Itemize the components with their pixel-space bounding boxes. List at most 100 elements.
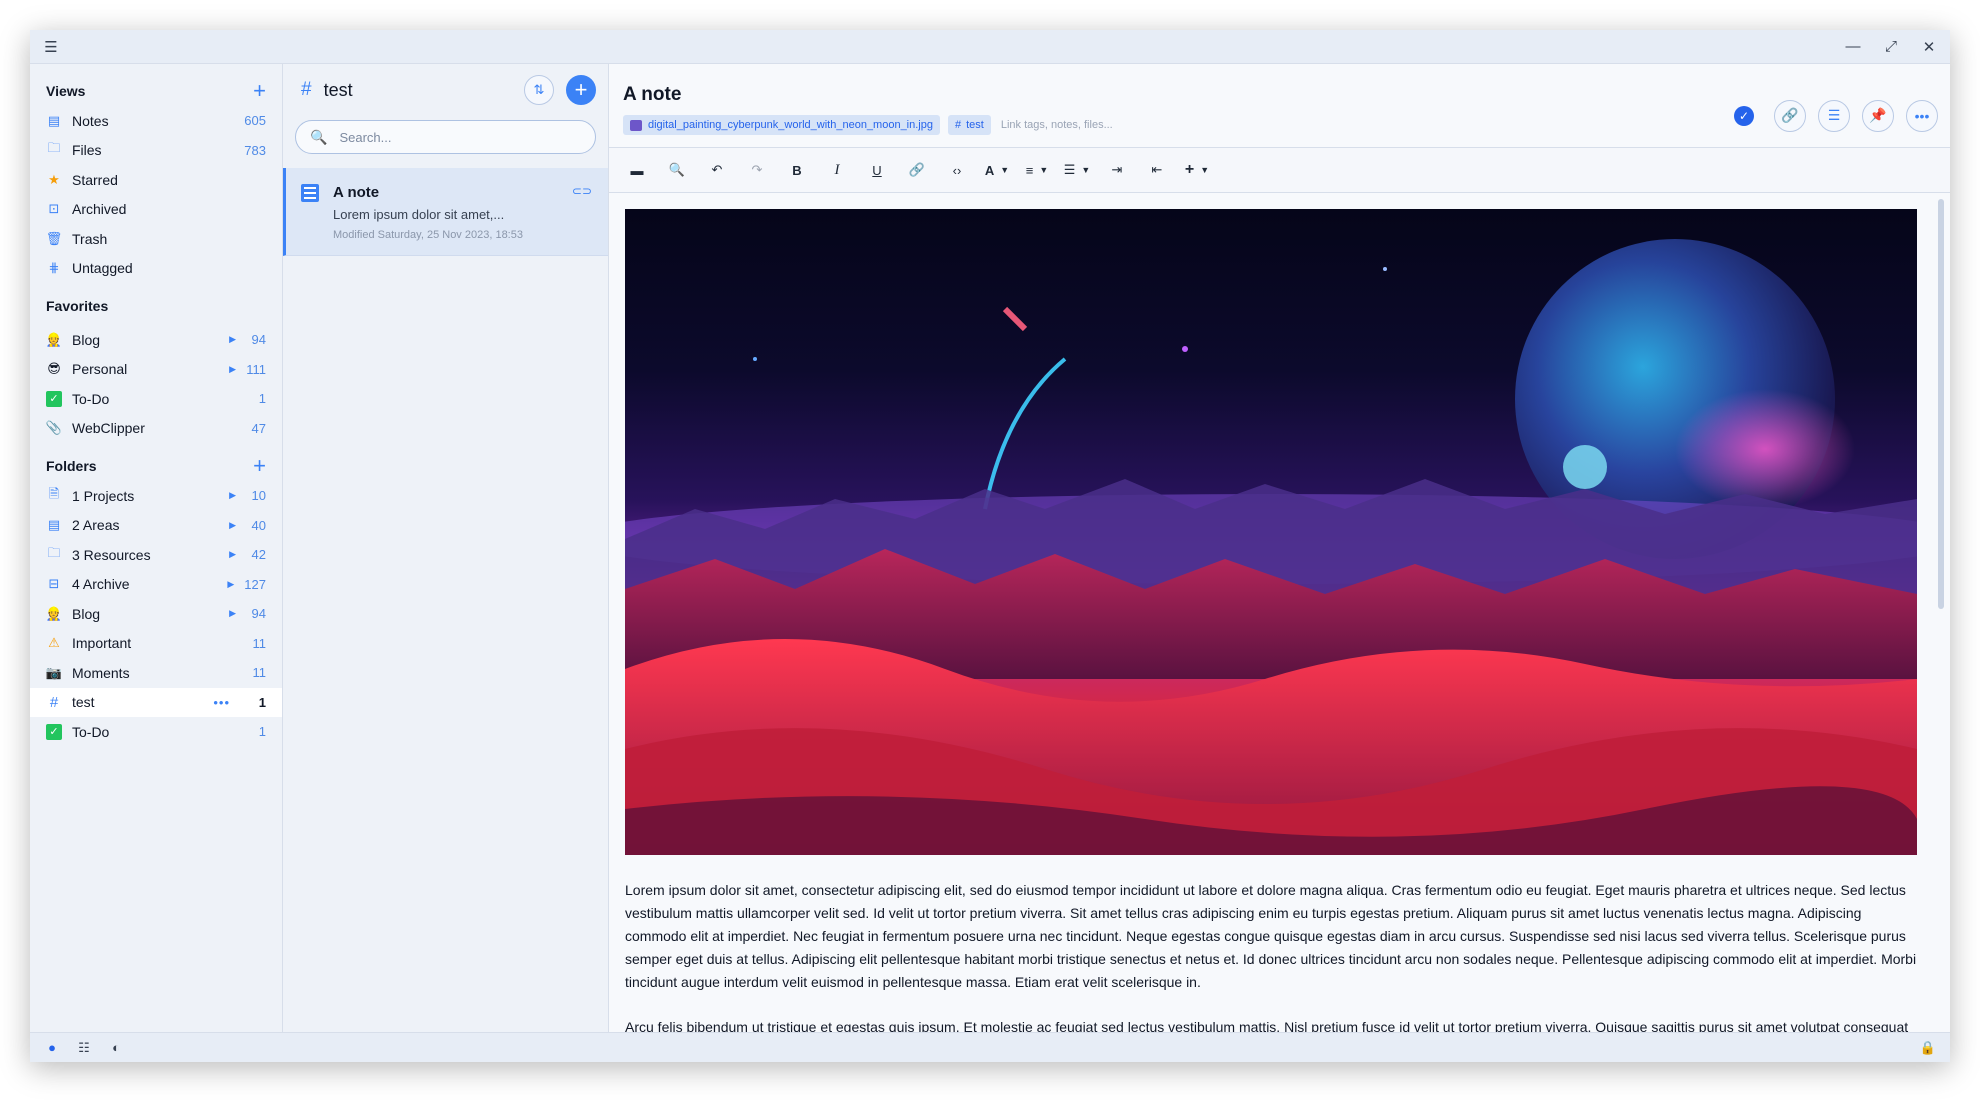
sidebar-item-moments[interactable]: 📷 Moments 11 — [30, 658, 282, 688]
code-icon: ‹› — [952, 162, 962, 178]
bold-tool[interactable]: B — [779, 155, 815, 185]
maximize-icon[interactable]: ⤢ — [1882, 38, 1900, 56]
sidebar-item-notes[interactable]: ▤ Notes 605 — [30, 106, 282, 136]
minimize-icon[interactable]: — — [1844, 38, 1862, 56]
chevron-down-icon: ▼ — [1200, 165, 1210, 175]
camera-icon: 📷 — [45, 664, 63, 680]
account-icon[interactable]: ● — [44, 1040, 60, 1056]
redo-icon: ↷ — [751, 162, 763, 177]
notes-icon: ▤ — [47, 112, 61, 128]
sort-button[interactable]: ⇅ — [524, 75, 554, 105]
code-tool[interactable]: ‹› — [939, 155, 975, 185]
more-button[interactable]: ••• — [1906, 99, 1938, 132]
sidebar-item-todo-folder[interactable]: ✓ To-Do 1 — [30, 717, 282, 747]
indent-icon: ⇥ — [1111, 162, 1123, 177]
note-list-title: # test — [301, 79, 353, 100]
bold-icon: B — [792, 162, 802, 178]
italic-tool[interactable]: I — [819, 155, 855, 185]
note-list-panel: # test ⇅ + 🔍 A note Lorem ipsum dolor si… — [283, 64, 609, 1032]
expand-arrow-icon[interactable]: ▶ — [229, 364, 236, 375]
cyberpunk-landscape-image — [625, 209, 1917, 855]
blog-person-icon: 👷 — [45, 331, 63, 347]
sidebar-item-areas[interactable]: ▤ 2 Areas ▶ 40 — [30, 511, 282, 541]
archive-icon: ⊡ — [48, 201, 60, 217]
sidebar-item-blog-folder[interactable]: 👷 Blog ▶ 94 — [30, 599, 282, 629]
sidebar-item-archived[interactable]: ⊡ Archived — [30, 195, 282, 225]
close-icon[interactable]: ✕ — [1920, 38, 1938, 56]
add-view-icon[interactable]: + — [253, 80, 266, 102]
note-excerpt: Lorem ipsum dolor sit amet,... — [333, 207, 505, 222]
sidebar-item-projects[interactable]: 🗎 1 Projects ▶ 10 — [30, 481, 282, 511]
search-box[interactable]: 🔍 — [295, 120, 596, 154]
views-heading: Views + — [46, 78, 266, 103]
pin-icon: 📌 — [1869, 107, 1887, 123]
untagged-icon: ⋕ — [48, 260, 60, 276]
toggle-sidebar-tool[interactable]: ▬ — [619, 155, 655, 185]
expand-arrow-icon[interactable]: ▶ — [229, 549, 236, 560]
note-title-heading[interactable]: A note — [623, 84, 1113, 106]
outdent-tool[interactable]: ⇤ — [1139, 155, 1175, 185]
expand-arrow-icon[interactable]: ▶ — [229, 608, 236, 619]
sidebar-item-archive[interactable]: ⊟ 4 Archive ▶ 127 — [30, 570, 282, 600]
find-tool[interactable]: 🔍 — [659, 155, 695, 185]
chevron-down-icon: ▼ — [1081, 165, 1091, 175]
sidebar-item-important[interactable]: ⚠ Important 11 — [30, 629, 282, 659]
sidebar-item-starred[interactable]: ★ Starred — [30, 165, 282, 195]
title-bar: ☰ — ⤢ ✕ — [30, 30, 1950, 64]
sidebar-item-webclipper[interactable]: 📎 WebClipper 47 — [30, 414, 282, 444]
plus-icon: + — [1184, 161, 1195, 178]
lock-icon[interactable]: 🔒 — [1920, 1040, 1936, 1056]
insert-tool[interactable]: + ▼ — [1179, 155, 1215, 185]
expand-arrow-icon[interactable]: ▶ — [229, 520, 236, 531]
new-note-button[interactable]: + — [566, 75, 596, 105]
note-body-text[interactable]: Lorem ipsum dolor sit amet, consectetur … — [625, 879, 1917, 1032]
sidebar-item-test[interactable]: # test ••• 1 — [30, 687, 282, 717]
expand-arrow-icon[interactable]: ▶ — [229, 490, 236, 501]
outline-button[interactable]: ☰ — [1818, 99, 1850, 132]
text-style-tool[interactable]: A ▼ — [979, 155, 1015, 185]
undo-tool[interactable]: ↶ — [699, 155, 735, 185]
align-tool[interactable]: ☰ ▼ — [1059, 155, 1095, 185]
font-icon: A — [984, 162, 995, 178]
list-tool[interactable]: ≡ ▼ — [1019, 155, 1055, 185]
search-icon: 🔍 — [310, 128, 328, 145]
folder-icon: 🗀 — [47, 544, 61, 560]
note-list-item[interactable]: A note Lorem ipsum dolor sit amet,... Mo… — [283, 168, 608, 256]
expand-arrow-icon[interactable]: ▶ — [227, 579, 234, 590]
sidebar-item-files[interactable]: 🗀 Files 783 — [30, 136, 282, 166]
align-left-icon: ☰ — [1063, 162, 1076, 177]
hamburger-menu-icon[interactable]: ☰ — [42, 38, 60, 56]
add-folder-icon[interactable]: + — [253, 455, 266, 477]
link-hint-input[interactable]: Link tags, notes, files... — [1001, 119, 1113, 131]
link-tool[interactable]: 🔗 — [899, 155, 935, 185]
attachment-icon: ⊂⊃ — [571, 184, 592, 198]
folder-icon: 🗀 — [47, 140, 61, 156]
editor-scrollbar[interactable] — [1938, 199, 1944, 609]
editor-toolbar: ▬ 🔍 ↶ ↷ B I U 🔗 ‹› A ▼ ≡ ▼ ☰ ▼ ⇥ ⇤ + ▼ — [609, 147, 1950, 193]
tag-chip[interactable]: # test — [947, 115, 991, 135]
ellipsis-icon: ••• — [1914, 107, 1930, 124]
more-options-icon[interactable]: ••• — [213, 695, 230, 710]
note-title: A note — [333, 184, 380, 201]
image-file-icon — [630, 119, 642, 131]
pin-button[interactable]: 📌 — [1862, 99, 1894, 132]
expand-arrow-icon[interactable]: ▶ — [229, 334, 236, 345]
note-content[interactable]: Lorem ipsum dolor sit amet, consectetur … — [609, 193, 1950, 1032]
sort-icon: ⇅ — [533, 82, 545, 97]
sidebar-item-personal[interactable]: 😎 Personal ▶ 111 — [30, 355, 282, 385]
attachment-chip[interactable]: digital_painting_cyberpunk_world_with_ne… — [623, 115, 940, 135]
sync-status-check-icon[interactable]: ✓ — [1734, 105, 1754, 126]
sidebar-item-trash[interactable]: 🗑 Trash — [30, 224, 282, 254]
chevron-down-icon: ▼ — [1039, 165, 1049, 175]
sidebar-item-resources[interactable]: 🗀 3 Resources ▶ 42 — [30, 540, 282, 570]
sidebar-item-untagged[interactable]: ⋕ Untagged — [30, 254, 282, 284]
underline-tool[interactable]: U — [859, 155, 895, 185]
search-input[interactable] — [339, 129, 581, 145]
link-button[interactable]: 🔗 — [1774, 99, 1806, 132]
sidebar-item-blog-favorite[interactable]: 👷 Blog ▶ 94 — [30, 325, 282, 355]
sidebar-item-todo-favorite[interactable]: ✓ To-Do 1 — [30, 384, 282, 414]
indent-tool[interactable]: ⇥ — [1099, 155, 1135, 185]
redo-tool[interactable]: ↷ — [739, 155, 775, 185]
theme-palette-icon[interactable]: ◐ — [108, 1040, 124, 1056]
settings-sliders-icon[interactable]: ☷ — [76, 1040, 92, 1056]
